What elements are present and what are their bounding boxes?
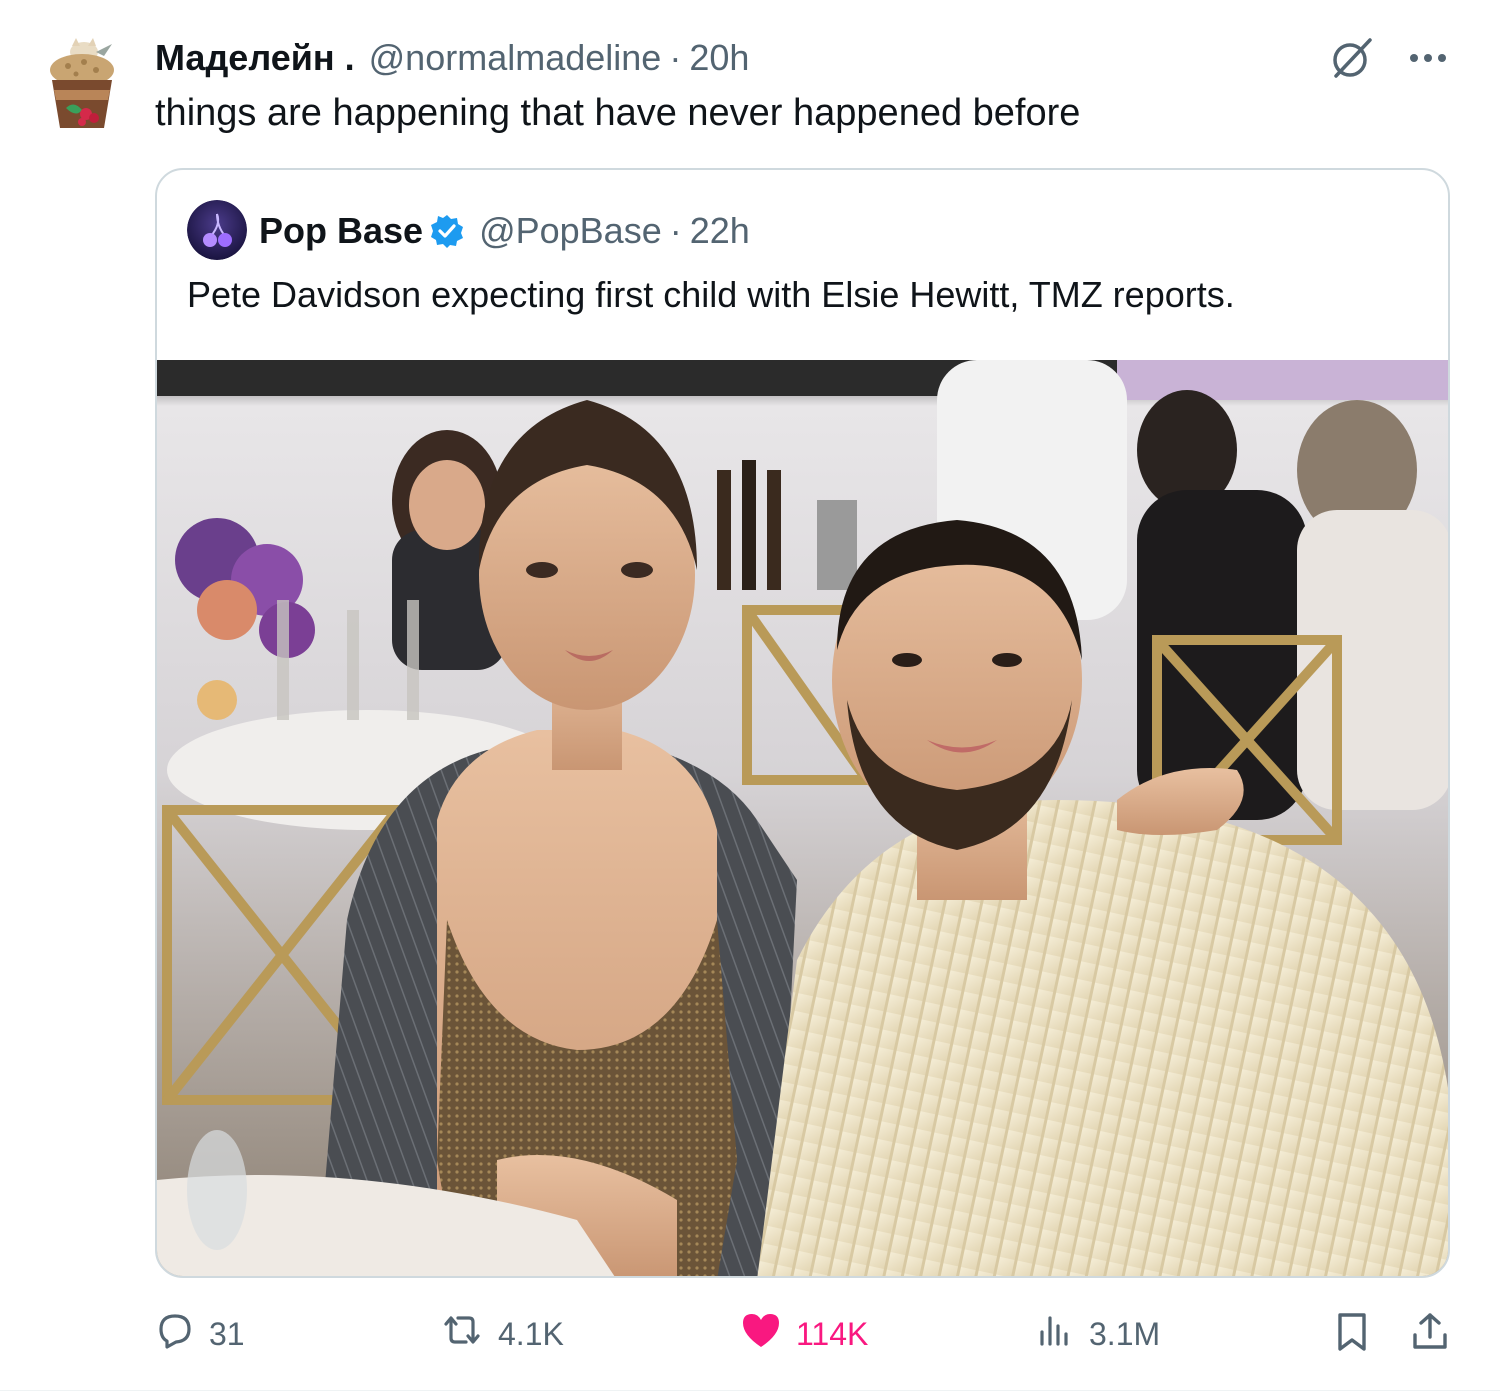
tweet[interactable]: Маделейн . @normalmadeline · 20h things … bbox=[0, 0, 1500, 1394]
like-button[interactable]: 114K bbox=[740, 1304, 868, 1364]
more-icon[interactable] bbox=[1408, 51, 1448, 69]
repost-icon bbox=[440, 1310, 484, 1358]
share-actions bbox=[1334, 1304, 1450, 1364]
quoted-tweet-text: Pete Davidson expecting first child with… bbox=[187, 274, 1235, 315]
bookmark-icon[interactable] bbox=[1334, 1311, 1370, 1358]
views-count: 3.1M bbox=[1089, 1315, 1161, 1352]
author-avatar[interactable] bbox=[38, 38, 124, 134]
tweet-timestamp[interactable]: 20h bbox=[689, 37, 749, 79]
separator-dot: · bbox=[669, 37, 682, 78]
reply-count: 31 bbox=[209, 1315, 245, 1352]
verified-badge-icon[interactable] bbox=[429, 213, 465, 249]
quoted-tweet-timestamp[interactable]: 22h bbox=[690, 210, 750, 252]
tweet-text: things are happening that have never hap… bbox=[155, 92, 1081, 134]
quoted-author-handle[interactable]: @PopBase bbox=[479, 210, 662, 252]
like-count: 114K bbox=[796, 1315, 869, 1352]
quoted-tweet-header: Pop Base @PopBase · 22h bbox=[259, 208, 750, 254]
author-handle[interactable]: @normalmadeline bbox=[369, 37, 662, 79]
reply-button[interactable]: 31 bbox=[155, 1304, 245, 1364]
quoted-author-display-name[interactable]: Pop Base bbox=[259, 210, 423, 252]
repost-count: 4.1K bbox=[498, 1315, 564, 1352]
reply-icon bbox=[155, 1310, 195, 1358]
quoted-tweet[interactable]: Pop Base @PopBase · 22h Pete Davidson ex… bbox=[155, 168, 1450, 1278]
quoted-author-avatar[interactable] bbox=[187, 200, 247, 260]
heart-filled-icon bbox=[740, 1310, 782, 1358]
divider bbox=[0, 1390, 1500, 1391]
repost-button[interactable]: 4.1K bbox=[440, 1304, 564, 1364]
tweet-header: Маделейн . @normalmadeline · 20h bbox=[155, 36, 749, 80]
share-icon[interactable] bbox=[1410, 1311, 1450, 1358]
views-icon bbox=[1035, 1310, 1075, 1358]
top-actions bbox=[1328, 36, 1448, 84]
views-button[interactable]: 3.1M bbox=[1035, 1304, 1160, 1364]
grok-icon[interactable] bbox=[1328, 34, 1376, 87]
author-display-name[interactable]: Маделейн . bbox=[155, 37, 355, 79]
engagement-bar: 31 4.1K 114K 3.1M bbox=[155, 1304, 1450, 1364]
separator-dot: · bbox=[669, 210, 682, 251]
quoted-tweet-photo[interactable] bbox=[157, 360, 1448, 1276]
